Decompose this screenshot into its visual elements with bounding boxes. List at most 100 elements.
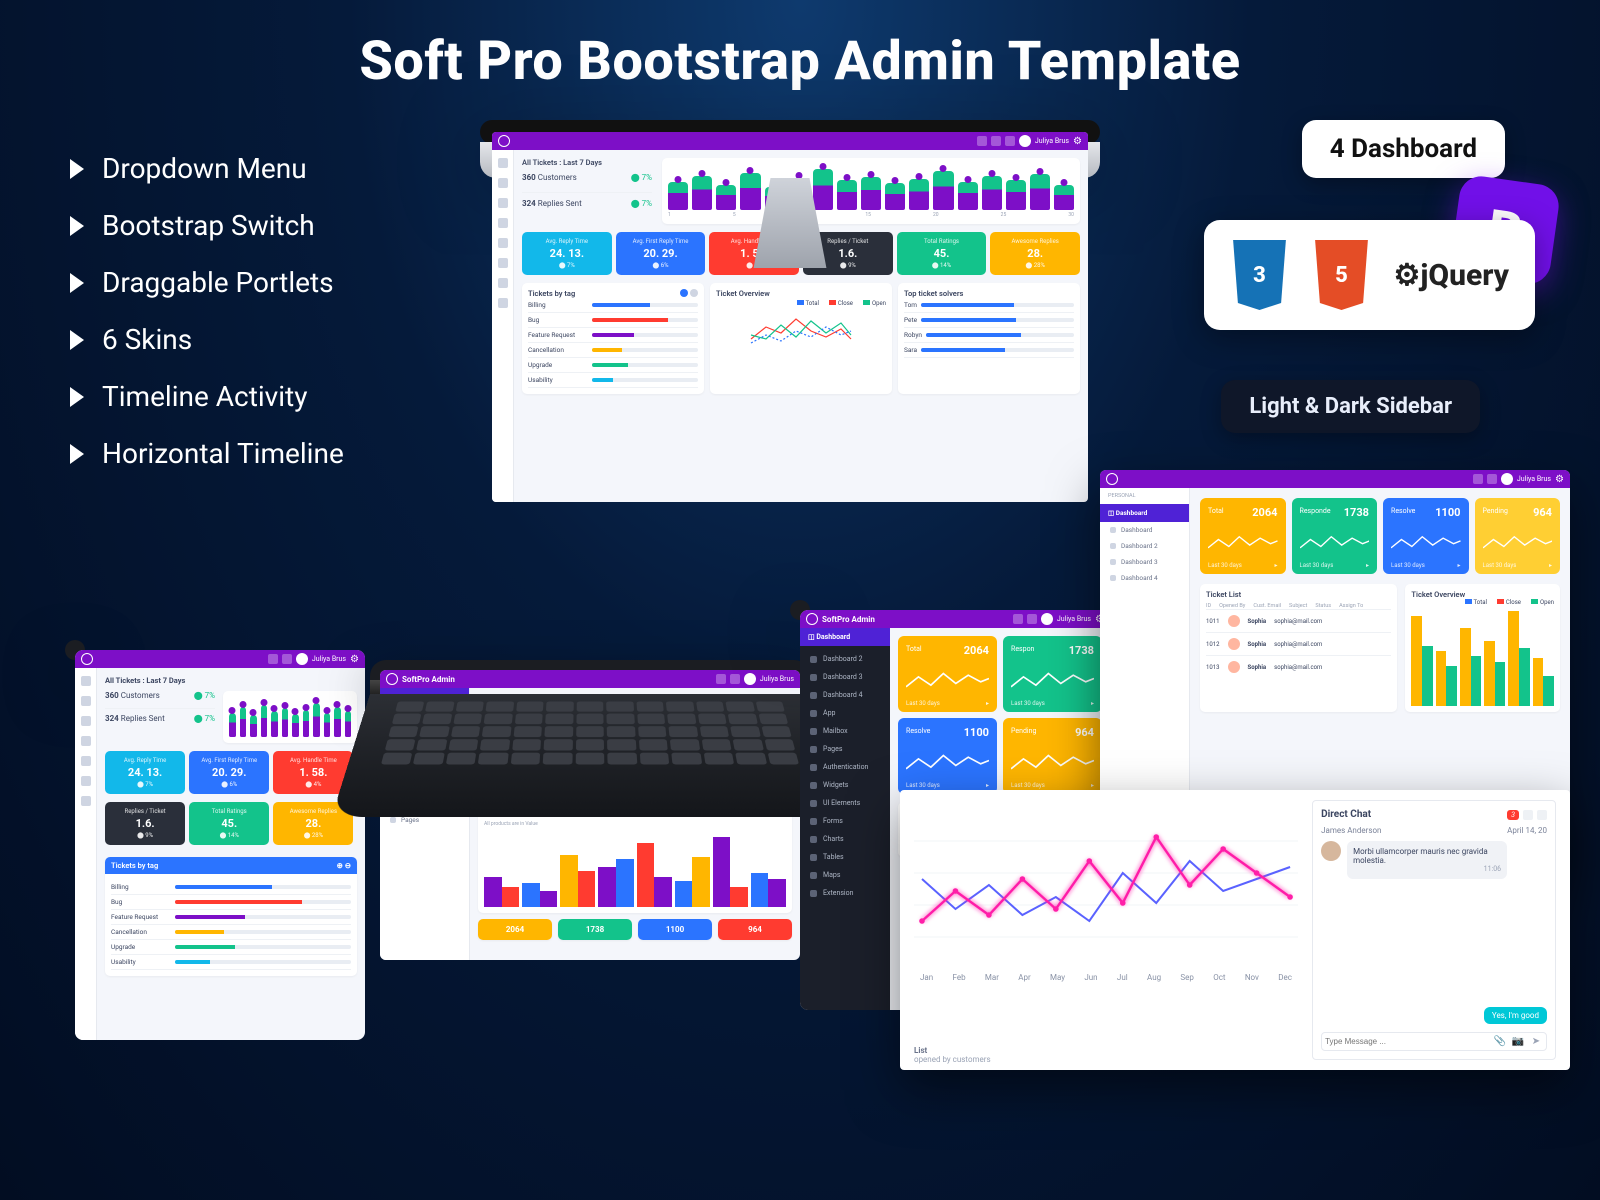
solvers-list: TomPeteRobynSara <box>904 298 1074 358</box>
table-row[interactable]: 1013Sophiasophia@mail.com <box>1206 655 1391 678</box>
user-name[interactable]: Juliya Brus <box>1035 137 1069 145</box>
kpi-grid: Avg. Reply Time24. 13.⬤ 7%Avg. First Rep… <box>105 751 357 849</box>
gear-icon[interactable]: ⚙ <box>350 654 359 665</box>
sidebar-item[interactable]: Mailbox <box>800 722 890 740</box>
stat-tile: Respon1738Last 30 days▸ <box>1003 636 1102 712</box>
tickets-heading: All Tickets : Last 7 Days <box>105 676 357 685</box>
sidebar-dark: ◫ Dashboard Dashboard 2Dashboard 3Dashbo… <box>800 628 890 1010</box>
feature-item: Bootstrap Switch <box>102 209 315 242</box>
sidebar-item[interactable]: Dashboard 4 <box>1100 570 1189 586</box>
ticket-list-title: Ticket List <box>1206 590 1391 599</box>
tablet-left-mockup: Juliya Brus⚙ All Tickets : Last 7 Days 3… <box>65 640 85 660</box>
tag-row: Cancellation <box>111 925 351 940</box>
icon-sidebar <box>492 150 514 502</box>
fullscreen-icon[interactable] <box>282 654 292 664</box>
fullscreen-icon[interactable] <box>991 136 1001 146</box>
brand-name: SoftPro Admin <box>402 675 455 684</box>
html5-icon <box>1312 240 1372 310</box>
stat-tile: Pending964Last 30 days▸ <box>1475 498 1561 574</box>
sidebar-item[interactable]: Dashboard 2 <box>800 650 890 668</box>
sidebar-item[interactable]: Dashboard 3 <box>1100 554 1189 570</box>
kpi-card: Total Ratings45.⬤ 14% <box>189 802 269 845</box>
chevron-right-icon <box>70 387 84 407</box>
search-icon[interactable] <box>268 654 278 664</box>
solver-row: Tom <box>904 298 1074 313</box>
chat-input[interactable] <box>1325 1036 1489 1047</box>
overview-title: Ticket Overview <box>1411 590 1554 599</box>
table-row[interactable]: 1012Sophiasophia@mail.com <box>1206 632 1391 655</box>
tags-list: BillingBugFeature RequestCancellationUpg… <box>528 298 698 388</box>
chat-message: Morbi ullamcorper mauris nec gravida mol… <box>1353 847 1488 865</box>
gear-icon[interactable]: ⚙ <box>1073 136 1082 147</box>
search-icon[interactable] <box>977 136 987 146</box>
kpi-card: Avg. Reply Time24. 13.⬤ 7% <box>105 751 185 794</box>
feature-item: 6 Skins <box>102 323 192 356</box>
tag-row: Usability <box>111 955 351 970</box>
feature-item: Draggable Portlets <box>102 266 334 299</box>
tag-row: Cancellation <box>528 343 698 358</box>
stat-tiles: Total2064Last 30 days▸Respon1738Last 30 … <box>898 636 1102 794</box>
sidebar-item[interactable]: Charts <box>800 830 890 848</box>
send-icon[interactable]: ➤ <box>1529 1036 1543 1047</box>
tag-row: Billing <box>111 880 351 895</box>
sidebar-item[interactable]: Widgets <box>800 776 890 794</box>
sidebar-item[interactable]: Dashboard <box>1100 522 1189 538</box>
tag-row: Usability <box>528 373 698 388</box>
chevron-right-icon <box>70 159 84 179</box>
sidebar-item[interactable]: Dashboard 4 <box>800 686 890 704</box>
app-logo-icon <box>81 653 93 665</box>
stat-tiles: Total2064Last 30 days▸Responde1738Last 3… <box>1200 498 1560 574</box>
chevron-right-icon <box>70 273 84 293</box>
solver-row: Pete <box>904 313 1074 328</box>
solver-row: Robyn <box>904 328 1074 343</box>
month-axis: JanFebMarAprMayJunJulAugSepOctNovDec <box>914 973 1298 982</box>
overview-chart <box>716 309 886 349</box>
feature-item: Timeline Activity <box>102 380 307 413</box>
traffic-line-chart <box>914 800 1298 970</box>
css3-icon <box>1230 240 1290 310</box>
sidebar-item[interactable]: Extension <box>800 884 890 902</box>
stat-tile: Total2064Last 30 days▸ <box>898 636 997 712</box>
sidebar-item[interactable]: Dashboard 2 <box>1100 538 1189 554</box>
avatar[interactable] <box>1019 135 1031 147</box>
minus-icon[interactable] <box>1523 810 1533 820</box>
sidebar-item-dashboard[interactable]: ◫ Dashboard <box>1100 504 1189 522</box>
sidebar-item[interactable]: Tables <box>800 848 890 866</box>
kpi-card: Awesome Replies28.⬤ 28% <box>990 232 1080 275</box>
table-row[interactable]: 1011Sophiasophia@mail.com <box>1206 609 1391 632</box>
mail-icon[interactable] <box>1005 136 1015 146</box>
feature-item: Horizontal Timeline <box>102 437 344 470</box>
feature-item: Dropdown Menu <box>102 152 307 185</box>
close-icon[interactable] <box>1537 810 1547 820</box>
sidebar-theme-badge: Light & Dark Sidebar <box>1221 380 1480 433</box>
attachment-icon[interactable]: 📎 <box>1493 1036 1507 1047</box>
solvers-title: Top ticket solvers <box>904 289 1074 298</box>
sidebar-item[interactable]: Forms <box>800 812 890 830</box>
stat-tile: Resolve1100Last 30 days▸ <box>898 718 997 794</box>
badge-icon: 3 <box>1507 810 1519 820</box>
sidebar-item-dashboard[interactable]: ◫ Dashboard <box>800 628 890 646</box>
sidebar-item[interactable]: UI Elements <box>800 794 890 812</box>
feature-list: Dropdown Menu Bootstrap Switch Draggable… <box>70 140 344 482</box>
imac-mockup: Juliya Brus ⚙ All Tickets : Last 7 Days … <box>480 120 1100 282</box>
ticket-volume-chart <box>229 697 351 737</box>
sidebar-item[interactable]: Authentication <box>800 758 890 776</box>
kpi-card: Avg. Reply Time24. 13.⬤ 7% <box>522 232 612 275</box>
replies-value: 324 <box>522 199 536 208</box>
camera-icon[interactable]: 📷 <box>1511 1036 1525 1047</box>
chat-reply: Yes, I'm good <box>1484 1007 1547 1024</box>
solver-row: Sara <box>904 343 1074 358</box>
tag-row: Feature Request <box>111 910 351 925</box>
chat-sender: James Anderson <box>1321 826 1381 835</box>
tag-row: Upgrade <box>528 358 698 373</box>
sidebar-item[interactable]: Pages <box>800 740 890 758</box>
analytics-panel: JanFebMarAprMayJunJulAugSepOctNovDec Dir… <box>900 790 1570 1070</box>
sidebar-item[interactable]: Maps <box>800 866 890 884</box>
kpi-card: Avg. First Reply Time20. 29.⬤ 6% <box>616 232 706 275</box>
chevron-right-icon <box>70 444 84 464</box>
chevron-right-icon <box>70 330 84 350</box>
tag-row: Bug <box>528 313 698 328</box>
sidebar-item[interactable]: App <box>800 704 890 722</box>
avatar[interactable] <box>296 653 308 665</box>
sidebar-item[interactable]: Dashboard 3 <box>800 668 890 686</box>
